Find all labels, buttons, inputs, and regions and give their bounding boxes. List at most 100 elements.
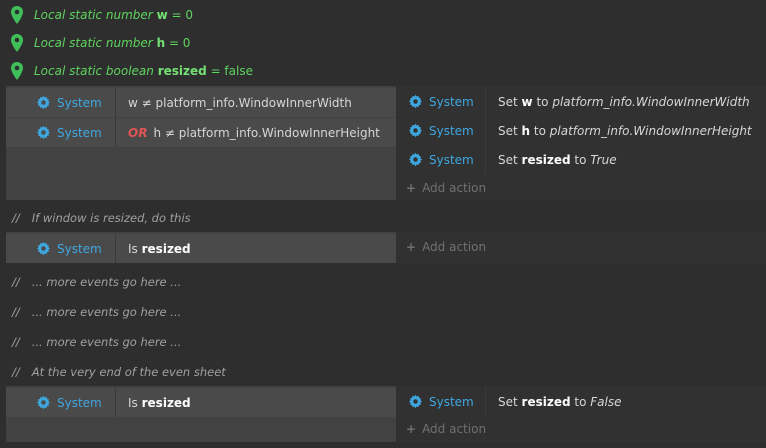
comment-row[interactable]: // At the very end of the even sheet — [12, 359, 226, 385]
location-pin-icon — [11, 6, 23, 24]
condition-text[interactable]: OR h ≠ platform_info.WindowInnerHeight — [116, 126, 380, 140]
action-text[interactable]: Set w to platform_info.WindowInnerWidth — [486, 95, 750, 109]
plus-icon: + — [406, 422, 417, 436]
add-action-button[interactable]: + Add action — [396, 234, 486, 260]
action-verb: Set — [498, 394, 518, 409]
object-label: System — [57, 395, 102, 410]
condition-row[interactable]: System Is resized — [6, 388, 396, 417]
condition-expression: h ≠ platform_info.WindowInnerHeight — [153, 125, 380, 140]
condition-prefix: Is — [128, 395, 138, 410]
condition-object[interactable]: System — [6, 388, 116, 417]
action-row[interactable]: System Set resized to False — [396, 387, 622, 416]
condition-row[interactable]: System w ≠ platform_info.WindowInnerWidt… — [6, 88, 396, 117]
action-to: to — [574, 394, 587, 409]
comment-text: At the very end of the even sheet — [31, 365, 226, 379]
event-block-1[interactable]: System w ≠ platform_info.WindowInnerWidt… — [6, 86, 766, 200]
condition-row[interactable]: System OR h ≠ platform_info.WindowInnerHe… — [6, 118, 396, 147]
variable-value: = 0 — [171, 8, 193, 22]
action-to: to — [574, 152, 587, 167]
location-pin-icon — [11, 62, 23, 80]
comment-slashes: // — [12, 335, 20, 349]
comment-text: ... more events go here ... — [31, 305, 182, 319]
action-verb: Set — [498, 123, 518, 138]
gear-icon — [36, 395, 51, 410]
action-to: to — [536, 94, 549, 109]
comment-row[interactable]: // ... more events go here ... — [12, 269, 181, 295]
actions-column: System Set resized to False + Add action — [396, 386, 766, 442]
condition-object[interactable]: System — [6, 234, 116, 263]
action-value: platform_info.WindowInnerWidth — [552, 94, 750, 109]
comment-slashes: // — [12, 305, 20, 319]
gear-icon — [36, 95, 51, 110]
action-row[interactable]: System Set h to platform_info.WindowInne… — [396, 116, 752, 145]
conditions-column: System Is resized — [6, 386, 396, 442]
location-pin-icon — [11, 34, 23, 52]
variable-name: h — [156, 36, 166, 50]
variable-resized[interactable]: Local static boolean resized = false — [8, 57, 253, 85]
action-verb: Set — [498, 152, 518, 167]
action-target: h — [521, 123, 531, 138]
condition-variable: resized — [141, 395, 191, 410]
action-value: False — [590, 394, 622, 409]
object-label: System — [429, 152, 474, 167]
variable-value: = 0 — [168, 36, 191, 50]
add-action-button[interactable]: + Add action — [396, 416, 486, 442]
condition-prefix: Is — [128, 241, 138, 256]
or-keyword: OR — [128, 125, 148, 140]
action-to: to — [533, 123, 546, 138]
comment-text: If window is resized, do this — [31, 211, 191, 225]
actions-column: System Set w to platform_info.WindowInne… — [396, 86, 766, 200]
action-value: True — [590, 152, 617, 167]
gear-icon — [36, 241, 51, 256]
gear-icon — [408, 394, 423, 409]
condition-row[interactable]: System Is resized — [6, 234, 396, 263]
action-row[interactable]: System Set w to platform_info.WindowInne… — [396, 87, 750, 116]
variable-value: = false — [210, 64, 253, 78]
condition-text[interactable]: Is resized — [116, 242, 191, 256]
conditions-column: System w ≠ platform_info.WindowInnerWidt… — [6, 86, 396, 200]
add-action-label: Add action — [422, 181, 487, 195]
action-text[interactable]: Set resized to False — [486, 395, 622, 409]
variable-h[interactable]: Local static number h = 0 — [8, 29, 190, 57]
variable-name: resized — [157, 64, 207, 78]
variable-prefix: Local static number — [34, 36, 153, 50]
action-text[interactable]: Set h to platform_info.WindowInnerHeight — [486, 124, 752, 138]
condition-object[interactable]: System — [6, 118, 116, 147]
gear-icon — [36, 125, 51, 140]
action-object[interactable]: System — [396, 145, 486, 174]
comment-slashes: // — [12, 211, 20, 225]
gear-icon — [408, 94, 423, 109]
object-label: System — [57, 95, 102, 110]
comment-row[interactable]: // ... more events go here ... — [12, 299, 181, 325]
condition-object[interactable]: System — [6, 88, 116, 117]
variable-w[interactable]: Local static number w = 0 — [8, 1, 193, 29]
action-text[interactable]: Set resized to True — [486, 153, 617, 167]
action-value: platform_info.WindowInnerHeight — [549, 123, 752, 138]
condition-text[interactable]: Is resized — [116, 396, 191, 410]
event-block-3[interactable]: System Is resized System Set resized to … — [6, 386, 766, 442]
condition-variable: resized — [141, 241, 191, 256]
action-object[interactable]: System — [396, 387, 486, 416]
action-target: resized — [521, 394, 571, 409]
comment-slashes: // — [12, 365, 20, 379]
action-verb: Set — [498, 94, 518, 109]
action-target: w — [521, 94, 533, 109]
action-row[interactable]: System Set resized to True — [396, 145, 617, 174]
comment-row[interactable]: // If window is resized, do this — [12, 205, 191, 231]
event-block-2[interactable]: System Is resized + Add action — [6, 232, 766, 263]
object-label: System — [429, 123, 474, 138]
object-label: System — [429, 394, 474, 409]
add-action-label: Add action — [422, 240, 487, 254]
action-object[interactable]: System — [396, 116, 486, 145]
conditions-column: System Is resized — [6, 232, 396, 263]
actions-column: + Add action — [396, 232, 766, 263]
object-label: System — [57, 241, 102, 256]
object-label: System — [57, 125, 102, 140]
add-action-label: Add action — [422, 422, 487, 436]
add-action-button[interactable]: + Add action — [396, 175, 486, 201]
comment-row[interactable]: // ... more events go here ... — [12, 329, 181, 355]
condition-text[interactable]: w ≠ platform_info.WindowInnerWidth — [116, 96, 352, 110]
plus-icon: + — [406, 240, 417, 254]
variable-prefix: Local static boolean — [34, 64, 154, 78]
action-object[interactable]: System — [396, 87, 486, 116]
